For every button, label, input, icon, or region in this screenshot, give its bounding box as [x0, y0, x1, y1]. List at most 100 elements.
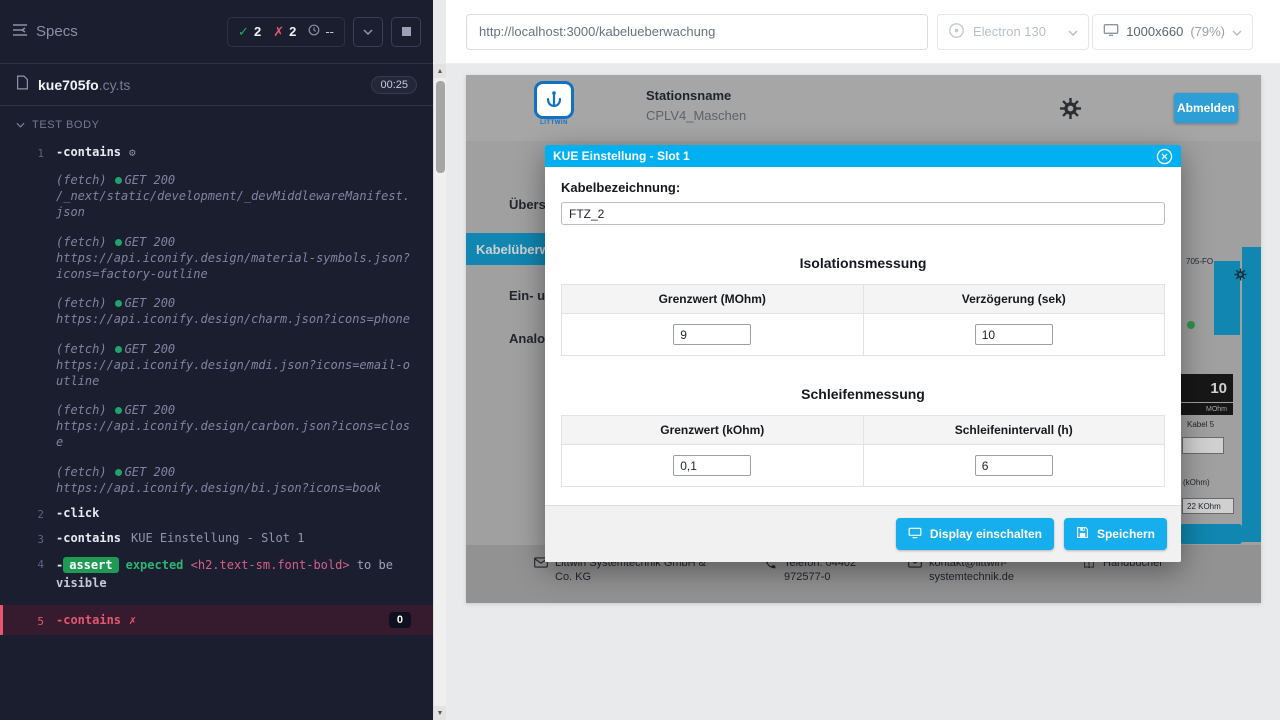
app-header: LITTWIN Stationsname CPLV4_Maschen	[466, 75, 1261, 141]
chevron-down-icon	[1068, 24, 1078, 39]
save-button[interactable]: Speichern	[1064, 518, 1167, 550]
modal-footer: Display einschalten Speichern	[545, 505, 1181, 562]
test-body-label: TEST BODY	[32, 119, 100, 131]
col-verzoegerung-sek: Verzögerung (sek)	[863, 285, 1165, 314]
logout-button[interactable]: Abmelden	[1174, 93, 1238, 123]
panel-gear-icon[interactable]	[1234, 268, 1247, 286]
modal-header: KUE Einstellung - Slot 1	[545, 145, 1181, 167]
failed-stat: ✗ 2	[273, 24, 296, 40]
spec-duration-badge: 00:25	[371, 76, 417, 94]
schleifenintervall-input[interactable]	[975, 455, 1053, 476]
isolationsmessung-title: Isolationsmessung	[561, 255, 1165, 271]
failed-command-row[interactable]: 5 -contains ✗ 0	[0, 605, 433, 635]
fetch-log[interactable]: (fetch)GET 200 https://api.iconify.desig…	[56, 234, 413, 283]
kabelbezeichnung-input[interactable]	[561, 202, 1165, 225]
command-name: -contains	[56, 613, 121, 627]
fail-x-icon: ✗	[129, 613, 136, 627]
command-row[interactable]: 2 -click	[0, 501, 433, 526]
viewport-size: 1000x660	[1126, 24, 1183, 39]
command-log: 1 -contains ⚙ (fetch)GET 200 /_next/stati…	[0, 140, 433, 635]
button-fragment[interactable]	[1180, 524, 1242, 544]
fetch-log[interactable]: (fetch)GET 200 /_next/static/development…	[56, 172, 413, 221]
stop-tests-button[interactable]	[391, 17, 421, 47]
spec-file-row[interactable]: kue705fo.cy.ts 00:25	[0, 64, 433, 106]
line-number: 2	[0, 506, 56, 521]
command-name: -contains	[56, 531, 121, 545]
chevron-down-icon	[16, 119, 25, 131]
status-dot	[115, 346, 122, 353]
modal-title: KUE Einstellung - Slot 1	[553, 149, 690, 163]
input-fragment[interactable]	[1182, 437, 1224, 454]
kue-settings-modal: KUE Einstellung - Slot 1 Kabelbezeichnun…	[545, 145, 1181, 562]
url-input[interactable]	[467, 15, 927, 49]
verzoegerung-sek-input[interactable]	[975, 324, 1053, 345]
station-name: CPLV4_Maschen	[646, 108, 746, 123]
station-info: Stationsname CPLV4_Maschen	[646, 88, 746, 123]
test-body-section[interactable]: TEST BODY	[0, 106, 433, 140]
fetch-log[interactable]: (fetch)GET 200 https://api.iconify.desig…	[56, 464, 413, 496]
command-argument: KUE Einstellung - Slot 1	[131, 531, 304, 545]
assert-selector: <h2.text-sm.font-bold>	[191, 558, 350, 572]
modal-body: Kabelbezeichnung: Isolationsmessung Gren…	[545, 167, 1181, 505]
table-row	[562, 314, 1165, 356]
line-number: 3	[0, 531, 56, 546]
assert-row[interactable]: 4 -assertexpected <h2.text-sm.font-bold>…	[0, 551, 433, 597]
assert-badge: assert	[63, 557, 118, 573]
spec-name: kue705fo.cy.ts	[38, 77, 130, 93]
collapse-reporter-button[interactable]	[353, 17, 383, 47]
status-dot	[115, 407, 122, 414]
page: Specs ✓ 2 ✗ 2 --	[0, 0, 1280, 720]
pending-stat: --	[308, 24, 334, 39]
specs-menu[interactable]: Specs	[12, 23, 78, 41]
col-grenzwert-kohm: Grenzwert (kOhm)	[562, 416, 864, 445]
measure-display: 10	[1180, 374, 1233, 402]
electron-icon	[948, 22, 965, 42]
kohm-label: (kOhm)	[1183, 478, 1210, 487]
app-under-test: LITTWIN Stationsname CPLV4_Maschen	[466, 75, 1261, 603]
table-row	[562, 445, 1165, 487]
log-count-badge: 0	[389, 612, 411, 628]
line-number: 1	[0, 145, 56, 496]
scrollbar-thumb[interactable]	[436, 81, 445, 173]
command-name: -contains	[56, 145, 121, 159]
stop-icon	[402, 27, 411, 36]
command-row[interactable]: 1 -contains ⚙ (fetch)GET 200 /_next/stati…	[0, 140, 433, 501]
cypress-reporter: Specs ✓ 2 ✗ 2 --	[0, 0, 433, 720]
spec-file-icon	[16, 75, 29, 95]
fetch-log[interactable]: (fetch)GET 200 https://api.iconify.desig…	[56, 402, 413, 451]
address-bar[interactable]	[466, 14, 928, 50]
panel-code-label: 705-FO	[1186, 257, 1213, 266]
viewport-zoom: (79%)	[1190, 24, 1225, 39]
settings-gear-icon[interactable]	[1059, 97, 1082, 125]
close-icon[interactable]	[1156, 148, 1173, 165]
grenzwert-kohm-input[interactable]	[673, 455, 751, 476]
reporter-header: Specs ✓ 2 ✗ 2 --	[0, 0, 433, 64]
grenzwert-mohm-input[interactable]	[673, 324, 751, 345]
measure-unit: MOhm	[1180, 403, 1233, 415]
fetch-log[interactable]: (fetch)GET 200 https://api.iconify.desig…	[56, 341, 413, 390]
scroll-up-arrow[interactable]: ▲	[434, 64, 446, 78]
browser-selector[interactable]: Electron 130	[937, 14, 1089, 50]
kabel-label: Kabel 5	[1187, 420, 1214, 429]
fetch-log[interactable]: (fetch)GET 200 https://api.iconify.desig…	[56, 295, 413, 327]
status-dot	[115, 239, 122, 246]
browser-name: Electron 130	[973, 24, 1046, 39]
passed-stat: ✓ 2	[238, 24, 261, 40]
command-row[interactable]: 3 -contains KUE Einstellung - Slot 1	[0, 526, 433, 551]
browser-topbar: Electron 130 1000x660 (79%)	[446, 0, 1280, 64]
options-gear-icon: ⚙	[129, 146, 136, 159]
command-name: -click	[56, 506, 99, 520]
viewport-selector[interactable]: 1000x660 (79%)	[1092, 14, 1253, 50]
littwin-logo: LITTWIN	[532, 81, 576, 126]
kohm-value: 22 KOhm	[1182, 498, 1234, 514]
specs-list-icon	[12, 23, 28, 41]
display-icon	[908, 527, 922, 542]
station-label: Stationsname	[646, 88, 746, 103]
passed-check-icon: ✓	[238, 24, 249, 40]
scroll-down-arrow[interactable]: ▼	[434, 706, 446, 720]
display-on-button[interactable]: Display einschalten	[896, 518, 1054, 550]
status-led	[1187, 321, 1195, 329]
kabelbezeichnung-label: Kabelbezeichnung:	[561, 180, 1165, 195]
reporter-scrollbar[interactable]: ▲ ▼	[433, 64, 446, 720]
col-grenzwert-mohm: Grenzwert (MOhm)	[562, 285, 864, 314]
